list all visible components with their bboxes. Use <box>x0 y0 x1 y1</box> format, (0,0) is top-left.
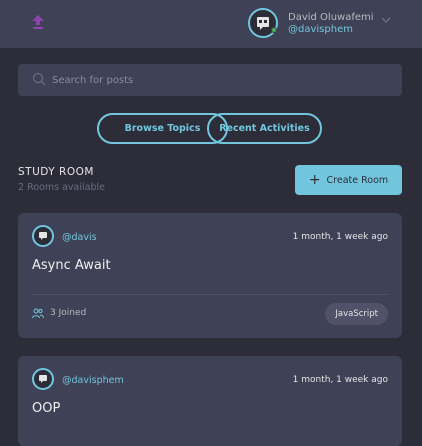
divider <box>32 294 388 295</box>
room-time: 1 month, 1 week ago <box>292 375 388 385</box>
recent-activities-button[interactable]: Recent Activities <box>207 113 322 144</box>
rooms-count: 2 Rooms available <box>18 182 105 193</box>
search-bar <box>18 64 402 96</box>
search-icon <box>32 72 46 86</box>
joined-count: 3 Joined <box>50 308 87 318</box>
create-room-button[interactable]: + Create Room <box>295 165 402 195</box>
room-time: 1 month, 1 week ago <box>292 232 388 242</box>
room-host[interactable]: @davis <box>62 232 97 243</box>
user-handle: @davisphem <box>288 24 353 35</box>
host-avatar[interactable] <box>32 368 54 390</box>
avatar-icon <box>39 232 47 240</box>
room-title[interactable]: Async Await <box>32 258 111 273</box>
create-room-label: Create Room <box>326 174 389 186</box>
room-card[interactable]: @davisphem 1 month, 1 week ago OOP <box>18 356 402 446</box>
chevron-down-icon[interactable] <box>380 14 392 26</box>
avatar-icon <box>257 17 269 30</box>
room-title[interactable]: OOP <box>32 401 60 416</box>
topic-tag[interactable]: JavaScript <box>325 303 388 325</box>
user-avatar[interactable] <box>248 8 278 38</box>
logo-icon[interactable] <box>32 15 44 29</box>
user-name: David Oluwafemi <box>288 12 374 23</box>
room-card[interactable]: @davis 1 month, 1 week ago Async Await 3… <box>18 213 402 338</box>
users-icon <box>32 308 44 319</box>
online-status-dot <box>271 27 277 33</box>
search-input[interactable] <box>52 64 392 96</box>
room-participants: 3 Joined <box>32 307 86 319</box>
plus-icon: + <box>308 172 321 188</box>
room-host[interactable]: @davisphem <box>62 375 124 386</box>
host-avatar[interactable] <box>32 225 54 247</box>
section-title: STUDY ROOM <box>18 166 94 178</box>
avatar-icon <box>39 375 47 383</box>
top-header: David Oluwafemi @davisphem <box>0 0 422 48</box>
